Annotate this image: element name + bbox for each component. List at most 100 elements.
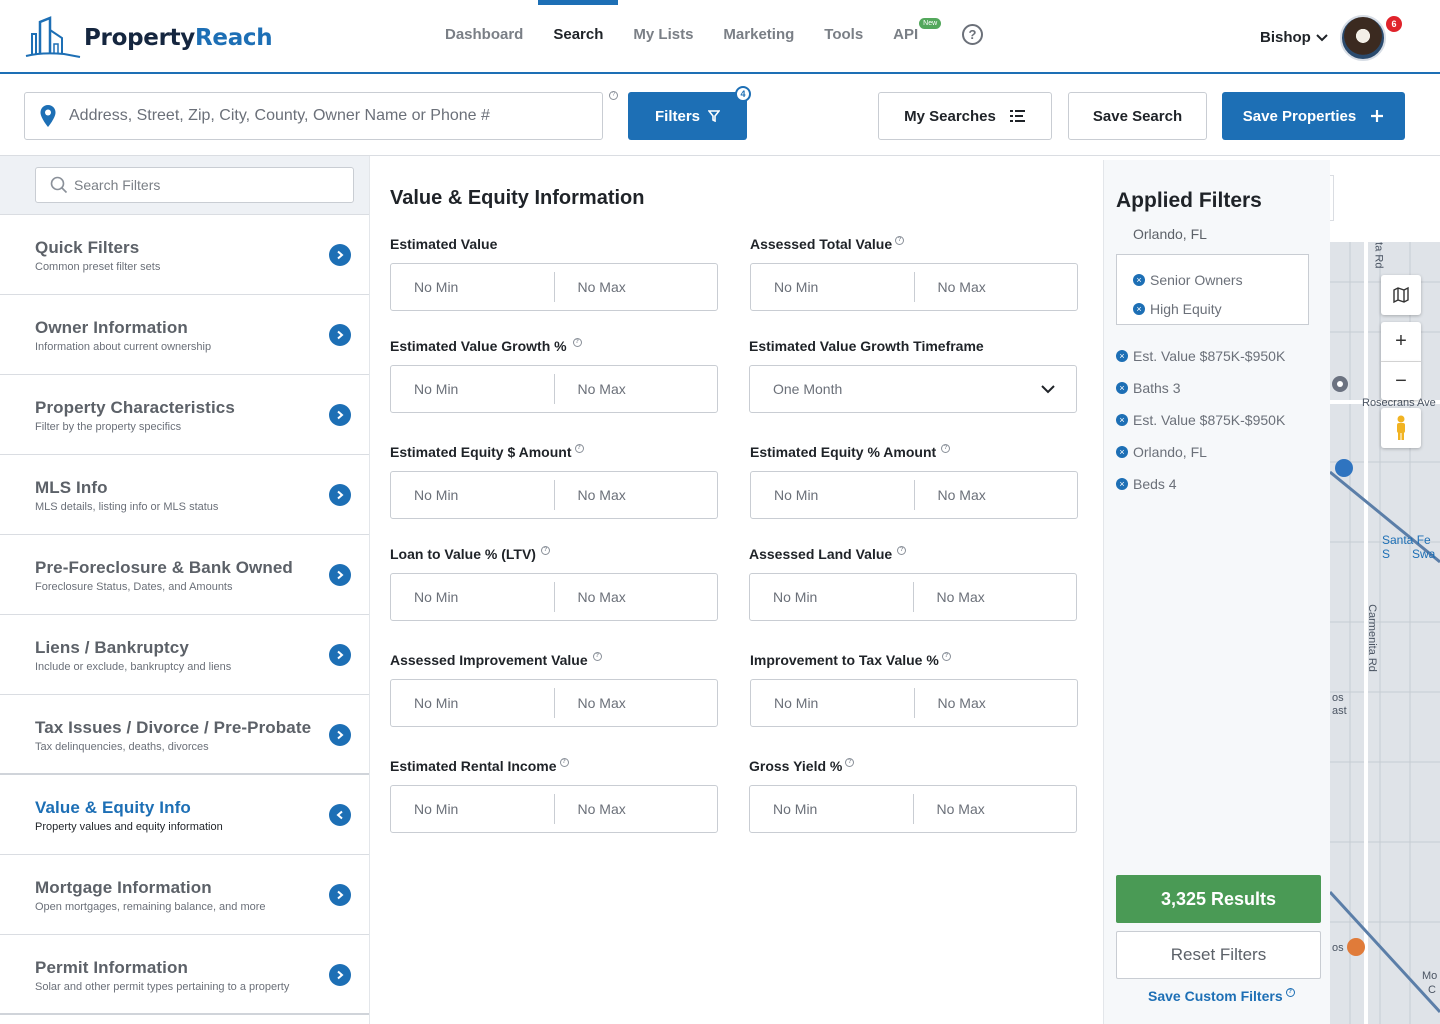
info-icon[interactable]: ? — [572, 338, 582, 347]
search-filters-placeholder: Search Filters — [74, 177, 161, 193]
min-input[interactable]: No Min — [750, 801, 913, 817]
range-input: No Min No Max — [390, 785, 718, 833]
address-search-placeholder: Address, Street, Zip, City, County, Owne… — [69, 107, 490, 124]
max-input[interactable]: No Max — [555, 801, 718, 817]
sidebar-item-title: MLS Info — [35, 478, 108, 497]
assessed-total-value-field: Assessed Total Value? No Min No Max — [750, 236, 1078, 311]
estimated-value-growth-field: Estimated Value Growth %? No Min No Max — [390, 338, 718, 413]
pegman-icon — [1397, 415, 1405, 440]
results-button[interactable]: 3,325 Results — [1116, 875, 1321, 923]
map-label: os — [1332, 942, 1344, 954]
nav-dashboard[interactable]: Dashboard — [430, 0, 538, 72]
filters-button[interactable]: Filters 4 — [628, 86, 751, 140]
map-label: C — [1428, 984, 1436, 996]
info-icon[interactable]: ? — [895, 236, 905, 245]
save-properties-button[interactable]: Save Properties — [1222, 92, 1405, 140]
max-input[interactable]: No Max — [915, 695, 1078, 711]
page-title: Value & Equity Information — [390, 187, 645, 209]
max-input[interactable]: No Max — [555, 695, 718, 711]
info-icon[interactable]: ? — [897, 546, 907, 555]
field-label: Loan to Value % (LTV)? — [390, 546, 550, 562]
reset-filters-button[interactable]: Reset Filters — [1116, 931, 1321, 979]
location-pin-icon — [40, 105, 56, 127]
info-icon[interactable]: ? — [609, 91, 618, 100]
info-icon[interactable]: ? — [574, 444, 584, 453]
user-name: Bishop — [1260, 29, 1311, 46]
sidebar-item-mortgage-information[interactable]: Mortgage Information Open mortgages, rem… — [0, 855, 369, 935]
sidebar-item-quick-filters[interactable]: Quick Filters Common preset filter sets — [0, 215, 369, 295]
brand-logo[interactable]: PropertyReach — [24, 16, 273, 60]
info-icon[interactable]: ? — [941, 652, 951, 661]
remove-filter-icon[interactable]: × — [1133, 273, 1145, 286]
sidebar-item-subtitle: Information about current ownership — [35, 341, 212, 353]
sidebar-item-permit-information[interactable]: Permit Information Solar and other permi… — [0, 935, 369, 1015]
info-icon[interactable]: ? — [559, 758, 569, 767]
sidebar-item-subtitle: Filter by the property specifics — [35, 421, 182, 433]
min-input[interactable]: No Min — [751, 487, 914, 503]
nav-marketing[interactable]: Marketing — [708, 0, 809, 72]
info-icon[interactable]: ? — [540, 546, 550, 555]
brand-name: PropertyReach — [84, 25, 273, 51]
max-input[interactable]: No Max — [915, 487, 1078, 503]
street-view-pegman-icon[interactable] — [1381, 408, 1421, 448]
my-searches-label: My Searches — [904, 107, 996, 125]
nav-api-label: API — [893, 26, 919, 43]
sidebar-item-liens-bankruptcy[interactable]: Liens / Bankruptcy Include or exclude, b… — [0, 615, 369, 695]
sidebar-item-title: Pre-Foreclosure & Bank Owned — [35, 558, 293, 577]
remove-filter-icon[interactable]: × — [1116, 382, 1128, 394]
sidebar-item-owner-information[interactable]: Owner Information Information about curr… — [0, 295, 369, 375]
min-input[interactable]: No Min — [751, 279, 914, 295]
max-input[interactable]: No Max — [555, 589, 718, 605]
sidebar-item-pre-foreclosure[interactable]: Pre-Foreclosure & Bank Owned Foreclosure… — [0, 535, 369, 615]
nav-my-lists[interactable]: My Lists — [618, 0, 708, 72]
remove-filter-icon[interactable]: × — [1116, 414, 1128, 426]
min-input[interactable]: No Min — [750, 589, 913, 605]
range-input: No Min No Max — [390, 471, 718, 519]
min-input[interactable]: No Min — [391, 801, 554, 817]
filter-chip-label: Est. Value $875K-$950K — [1133, 348, 1286, 364]
growth-timeframe-select[interactable]: One Month — [749, 365, 1077, 413]
help-icon[interactable]: ? — [962, 24, 983, 45]
min-input[interactable]: No Min — [391, 695, 554, 711]
remove-filter-icon[interactable]: × — [1116, 446, 1128, 458]
remove-filter-icon[interactable]: × — [1116, 478, 1128, 490]
info-icon[interactable]: ? — [592, 652, 602, 661]
min-input[interactable]: No Min — [391, 381, 554, 397]
sidebar-item-value-equity[interactable]: Value & Equity Info Property values and … — [0, 775, 369, 855]
zoom-in-button[interactable]: + — [1381, 322, 1421, 362]
min-input[interactable]: No Min — [391, 589, 554, 605]
my-searches-button[interactable]: My Searches — [878, 92, 1052, 140]
address-search-input[interactable]: Address, Street, Zip, City, County, Owne… — [24, 92, 603, 140]
sidebar-item-mls-info[interactable]: MLS Info MLS details, listing info or ML… — [0, 455, 369, 535]
max-input[interactable]: No Max — [915, 279, 1078, 295]
max-input[interactable]: No Max — [555, 279, 718, 295]
sidebar-item-property-characteristics[interactable]: Property Characteristics Filter by the p… — [0, 375, 369, 455]
min-input[interactable]: No Min — [751, 695, 914, 711]
min-input[interactable]: No Min — [391, 279, 554, 295]
max-input[interactable]: No Max — [914, 589, 1077, 605]
max-input[interactable]: No Max — [555, 381, 718, 397]
growth-timeframe-field: Estimated Value Growth Timeframe One Mon… — [749, 338, 1077, 413]
remove-filter-icon[interactable]: × — [1116, 350, 1128, 362]
avatar[interactable] — [1340, 15, 1386, 61]
nav-api[interactable]: API New — [878, 0, 942, 72]
nav-tools[interactable]: Tools — [809, 0, 878, 72]
min-input[interactable]: No Min — [391, 487, 554, 503]
notification-badge[interactable]: 6 — [1386, 16, 1402, 32]
field-label: Gross Yield %? — [749, 758, 855, 774]
save-search-button[interactable]: Save Search — [1068, 92, 1207, 140]
max-input[interactable]: No Max — [914, 801, 1077, 817]
zoom-out-button[interactable]: − — [1381, 362, 1421, 400]
info-icon[interactable]: ? — [845, 758, 855, 767]
chevron-down-icon — [1316, 33, 1328, 41]
filter-chip: × High Equity — [1133, 294, 1308, 323]
remove-filter-icon[interactable]: × — [1133, 302, 1145, 315]
nav-search[interactable]: Search — [538, 0, 619, 72]
search-filters-input[interactable]: Search Filters — [35, 167, 354, 203]
info-icon[interactable]: ? — [941, 444, 951, 453]
map-layers-button[interactable] — [1381, 275, 1421, 315]
sidebar-item-tax-issues[interactable]: Tax Issues / Divorce / Pre-Probate Tax d… — [0, 695, 369, 775]
max-input[interactable]: No Max — [555, 487, 718, 503]
save-custom-filters-link[interactable]: Save Custom Filters? — [1148, 988, 1295, 1004]
user-menu[interactable]: Bishop — [1260, 29, 1329, 46]
